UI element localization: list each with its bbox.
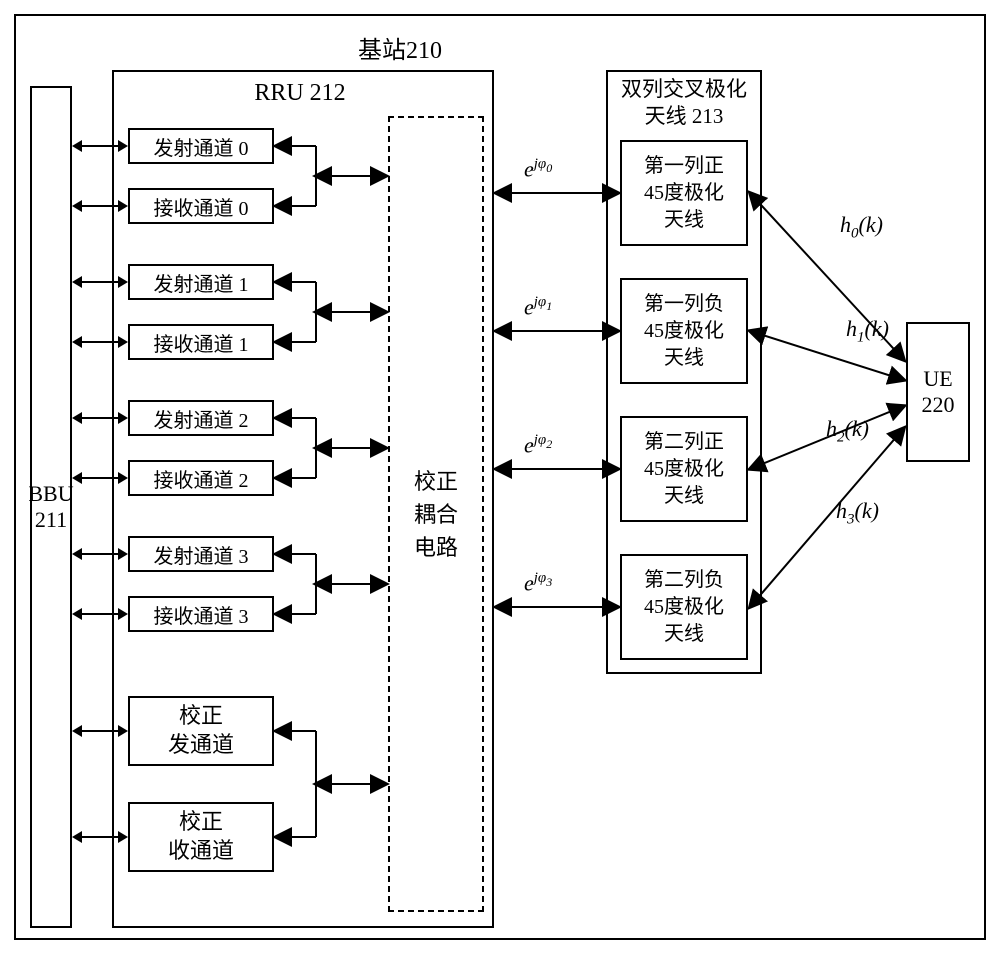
- rx-channel-2: 接收通道 2: [128, 460, 274, 496]
- tx-channel-3: 发射通道 3: [128, 536, 274, 572]
- arrow-bbu-rx0: [74, 205, 126, 207]
- base-station-title: 基站210: [300, 30, 500, 65]
- arrow-bbu-tx0: [74, 145, 126, 147]
- arrow-bbu-rx2: [74, 477, 126, 479]
- h-0: h0(k): [840, 212, 883, 242]
- tx-channel-2: 发射通道 2: [128, 400, 274, 436]
- calibration-rx: 校正 收通道: [128, 802, 274, 872]
- arrow-bbu-rx1: [74, 341, 126, 343]
- bbu-label: BBU 211: [28, 481, 73, 533]
- antenna-1: 第一列负 45度极化 天线: [620, 278, 748, 384]
- arrow-bbu-rx3: [74, 613, 126, 615]
- phi-3: ejφ3: [524, 570, 552, 596]
- antenna-array-title: 双列交叉极化 天线 213: [606, 76, 762, 131]
- antenna-3: 第二列负 45度极化 天线: [620, 554, 748, 660]
- antenna-0: 第一列正 45度极化 天线: [620, 140, 748, 246]
- rru-title: RRU 212: [200, 80, 400, 107]
- arrow-bbu-tx3: [74, 553, 126, 555]
- calibration-tx: 校正 发通道: [128, 696, 274, 766]
- rx-channel-0: 接收通道 0: [128, 188, 274, 224]
- tx-channel-1: 发射通道 1: [128, 264, 274, 300]
- arrow-bbu-tx1: [74, 281, 126, 283]
- tx-channel-0: 发射通道 0: [128, 128, 274, 164]
- arrow-bbu-tx2: [74, 417, 126, 419]
- arrow-bbu-caltx: [74, 730, 126, 732]
- rx-channel-1: 接收通道 1: [128, 324, 274, 360]
- phi-2: ejφ2: [524, 432, 552, 458]
- phi-1: ejφ1: [524, 294, 552, 320]
- h-3: h3(k): [836, 498, 879, 528]
- calibration-circuit-box: 校正 耦合 电路: [388, 116, 484, 912]
- rx-channel-3: 接收通道 3: [128, 596, 274, 632]
- arrow-bbu-calrx: [74, 836, 126, 838]
- bbu-box: BBU 211: [30, 86, 72, 928]
- ue-box: UE 220: [906, 322, 970, 462]
- h-1: h1(k): [846, 316, 889, 346]
- phi-0: ejφ0: [524, 156, 552, 182]
- ue-label: UE 220: [922, 366, 955, 418]
- antenna-2: 第二列正 45度极化 天线: [620, 416, 748, 522]
- h-2: h2(k): [826, 416, 869, 446]
- calibration-circuit-label: 校正 耦合 电路: [414, 465, 458, 564]
